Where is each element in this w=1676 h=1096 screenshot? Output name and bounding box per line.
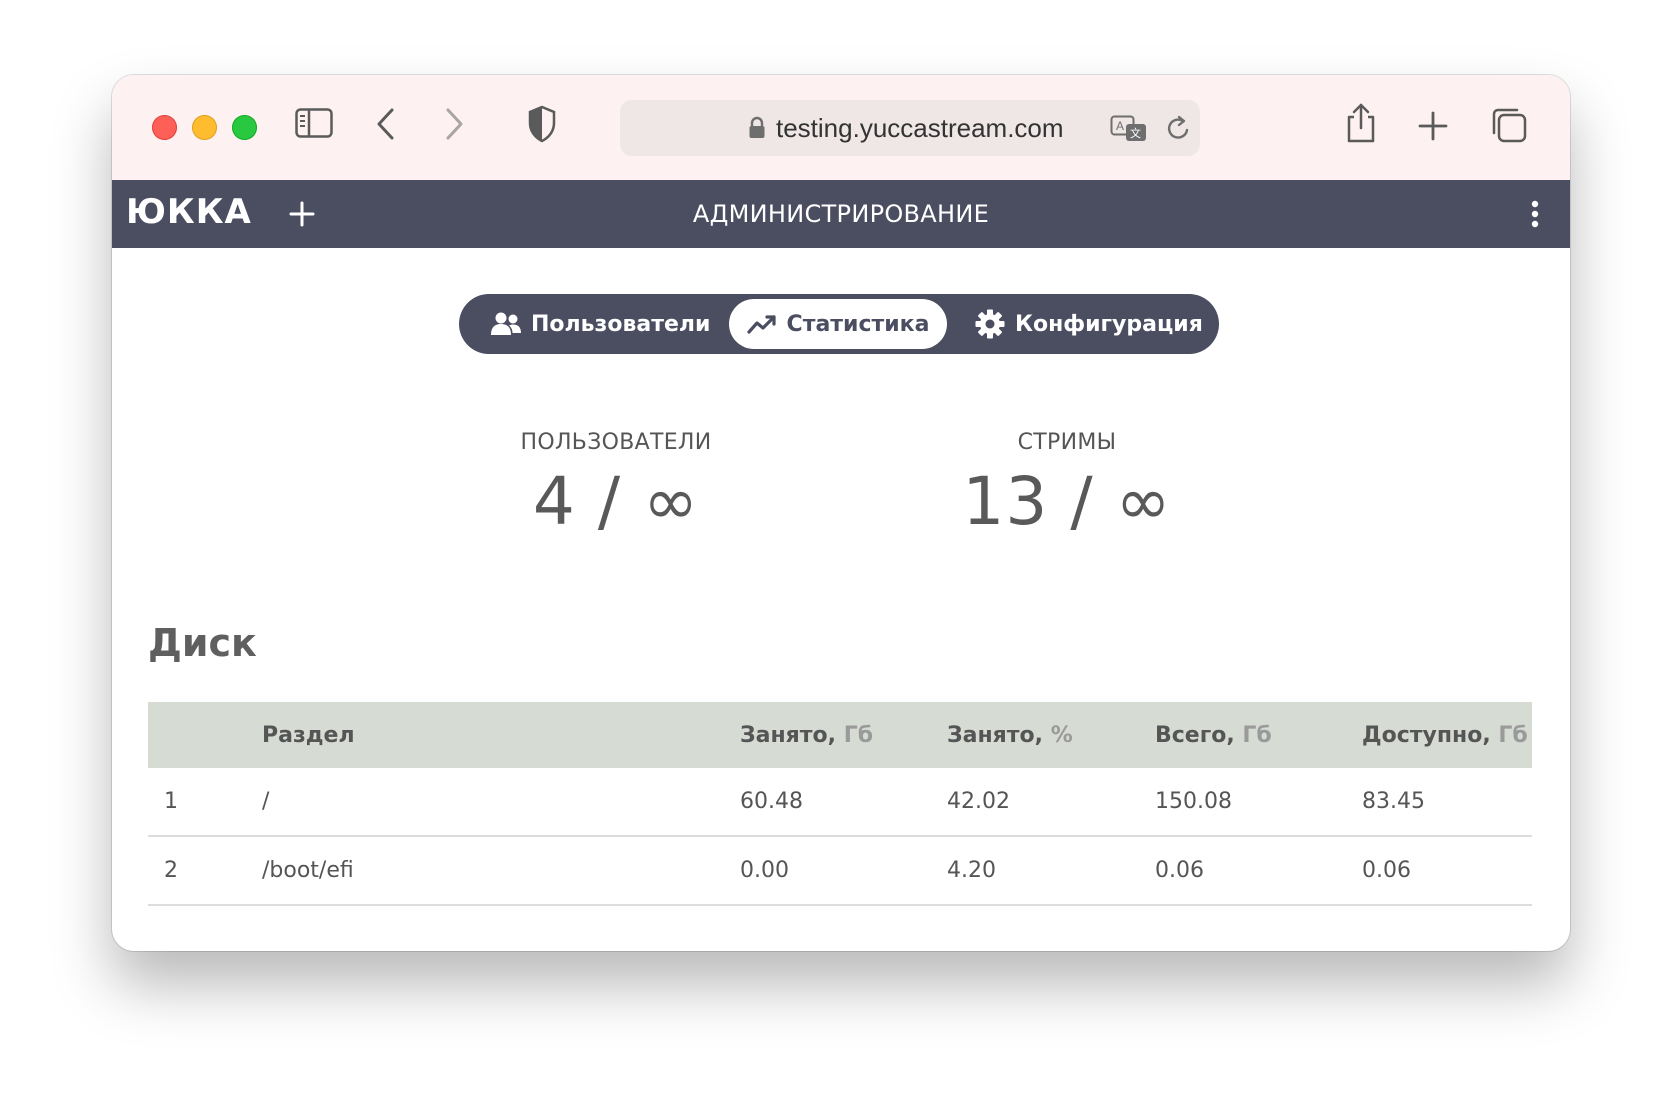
- tab-configuration[interactable]: Конфигурация: [971, 299, 1207, 349]
- browser-toolbar: testing.yuccastream.com A 文: [112, 75, 1570, 181]
- column-header-total-gb: Всего, Гб: [1155, 702, 1362, 768]
- row-total-gb: 150.08: [1155, 768, 1362, 837]
- svg-text:文: 文: [1130, 126, 1141, 140]
- users-stat-label: ПОЛЬЗОВАТЕЛИ: [520, 430, 712, 455]
- column-header-unit: Гб: [1234, 722, 1272, 748]
- users-stat: ПОЛЬЗОВАТЕЛИ 4 / ∞: [466, 430, 766, 540]
- table-header-row: Раздел Занято, Гб Занято, % Всего, Гб До…: [148, 702, 1532, 768]
- table-row: 2 /boot/efi 0.00 4.20 0.06 0.06: [148, 836, 1532, 906]
- admin-tabs: Пользователи Статистика Конфигурация: [459, 294, 1219, 354]
- column-header-label: Занято,: [947, 722, 1044, 748]
- sidebar-toggle-icon[interactable]: [295, 108, 333, 138]
- minimize-window-button[interactable]: [192, 115, 217, 140]
- streams-stat: СТРИМЫ 13 / ∞: [917, 430, 1217, 540]
- share-icon[interactable]: [1344, 102, 1378, 144]
- chart-line-icon: [746, 313, 777, 335]
- app-header: ЮККА АДМИНИСТРИРОВАНИЕ: [112, 180, 1570, 248]
- tab-users[interactable]: Пользователи: [487, 299, 714, 349]
- translate-icon[interactable]: A 文: [1110, 115, 1148, 147]
- table-row: 1 / 60.48 42.02 150.08 83.45: [148, 768, 1532, 837]
- row-total-gb: 0.06: [1155, 836, 1362, 906]
- disk-section-title: Диск: [148, 621, 257, 665]
- row-partition: /: [262, 768, 740, 837]
- row-index: 1: [148, 768, 262, 837]
- close-window-button[interactable]: [152, 115, 177, 140]
- tab-configuration-label: Конфигурация: [1015, 311, 1203, 337]
- address-bar[interactable]: testing.yuccastream.com A 文: [620, 100, 1200, 156]
- tab-statistics-label: Статистика: [786, 311, 930, 337]
- streams-stat-label: СТРИМЫ: [1017, 430, 1117, 455]
- disk-table: Раздел Занято, Гб Занято, % Всего, Гб До…: [148, 702, 1532, 906]
- column-header-unit: %: [1043, 722, 1073, 748]
- column-header-label: Доступно,: [1362, 722, 1491, 748]
- address-url: testing.yuccastream.com: [776, 113, 1064, 143]
- browser-window: testing.yuccastream.com A 文 ЮККА АДМИНИС…: [112, 75, 1570, 951]
- users-stat-value: 4 / ∞: [532, 463, 700, 540]
- back-icon[interactable]: [374, 107, 398, 141]
- tab-users-label: Пользователи: [531, 311, 711, 337]
- row-partition: /boot/efi: [262, 836, 740, 906]
- forward-icon[interactable]: [442, 107, 466, 141]
- lock-icon: [748, 116, 766, 144]
- streams-stat-value: 13 / ∞: [962, 463, 1172, 540]
- column-header-available-gb: Доступно, Гб: [1362, 702, 1532, 768]
- tab-overview-icon[interactable]: [1490, 106, 1528, 144]
- column-header-index: [148, 702, 262, 768]
- row-available-gb: 0.06: [1362, 836, 1532, 906]
- page-title: АДМИНИСТРИРОВАНИЕ: [692, 200, 990, 228]
- tab-statistics[interactable]: Статистика: [729, 299, 947, 349]
- row-used-gb: 0.00: [740, 836, 947, 906]
- column-header-used-gb: Занято, Гб: [740, 702, 947, 768]
- zoom-window-button[interactable]: [232, 115, 257, 140]
- reload-icon[interactable]: [1165, 115, 1191, 147]
- privacy-shield-icon[interactable]: [527, 105, 557, 143]
- column-header-used-pct: Занято, %: [947, 702, 1155, 768]
- row-used-gb: 60.48: [740, 768, 947, 837]
- users-icon: [491, 311, 521, 337]
- svg-text:A: A: [1116, 119, 1124, 133]
- column-header-partition: Раздел: [262, 702, 740, 768]
- column-header-unit: Гб: [836, 722, 874, 748]
- column-header-label: Раздел: [262, 722, 355, 748]
- column-header-label: Занято,: [740, 722, 837, 748]
- more-menu-button[interactable]: [1520, 194, 1550, 234]
- vertical-dots-icon: [1531, 200, 1539, 228]
- gear-icon: [975, 309, 1005, 339]
- column-header-unit: Гб: [1490, 722, 1528, 748]
- new-tab-icon[interactable]: [1417, 110, 1449, 142]
- row-index: 2: [148, 836, 262, 906]
- row-available-gb: 83.45: [1362, 768, 1532, 837]
- column-header-label: Всего,: [1155, 722, 1235, 748]
- row-used-pct: 4.20: [947, 836, 1155, 906]
- row-used-pct: 42.02: [947, 768, 1155, 837]
